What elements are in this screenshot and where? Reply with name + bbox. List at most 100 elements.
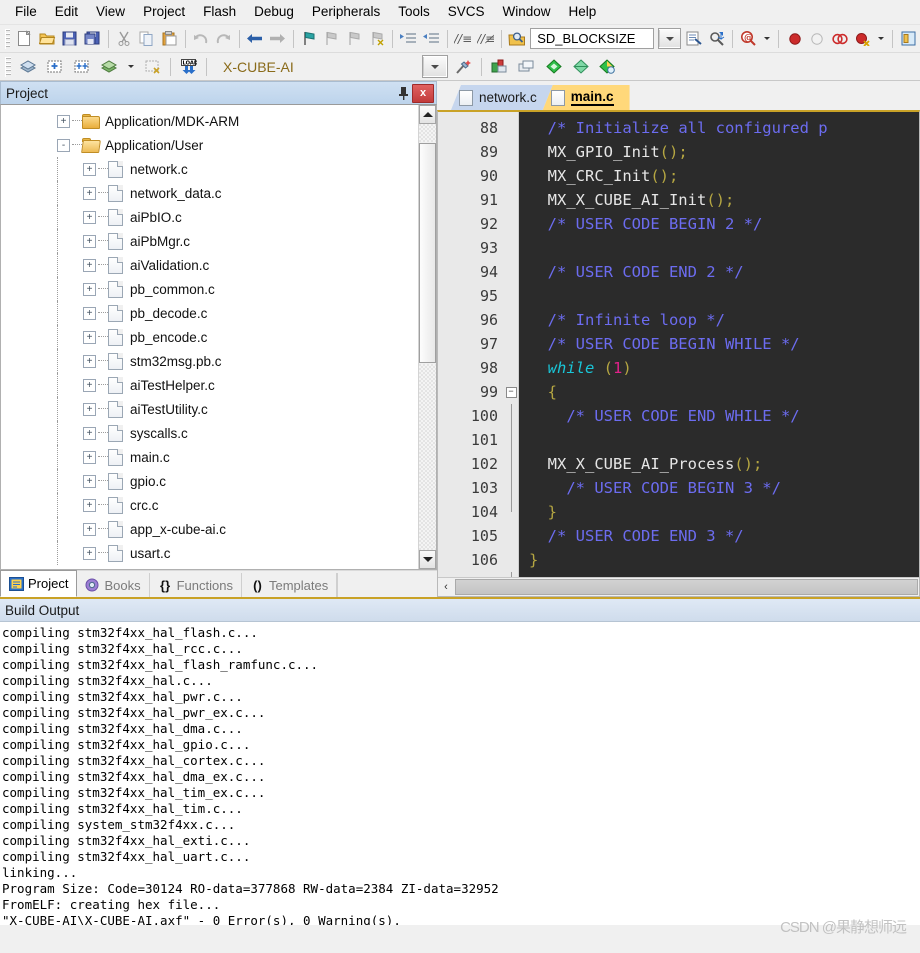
menu-item-debug[interactable]: Debug	[245, 1, 303, 23]
undo-icon[interactable]	[190, 27, 211, 51]
hscroll-thumb[interactable]	[455, 579, 918, 595]
tree-item[interactable]: +pb_common.c	[1, 277, 418, 301]
redo-icon[interactable]	[213, 27, 234, 51]
manage-rte-icon[interactable]	[487, 55, 512, 79]
code-line[interactable]: }	[519, 548, 919, 572]
tree-expander[interactable]: +	[83, 163, 96, 176]
tree-item[interactable]: +crc.c	[1, 493, 418, 517]
project-tree-scrollbar[interactable]	[418, 105, 436, 569]
tree-item[interactable]: +gpio.c	[1, 469, 418, 493]
target-combo-dropdown[interactable]	[422, 55, 448, 78]
navigate-back-icon[interactable]	[245, 27, 266, 51]
breakpoint-dropdown-icon[interactable]	[875, 27, 888, 51]
code-line[interactable]: MX_GPIO_Init();	[519, 140, 919, 164]
tree-expander[interactable]: +	[83, 259, 96, 272]
tree-item[interactable]: +app_x-cube-ai.c	[1, 517, 418, 541]
bookmark-prev-icon[interactable]	[321, 27, 342, 51]
rebuild-icon[interactable]	[42, 55, 67, 79]
tree-item[interactable]: +aiTestUtility.c	[1, 397, 418, 421]
uncomment-icon[interactable]: //≢	[475, 27, 496, 51]
scroll-left-button[interactable]: ‹	[438, 579, 454, 595]
code-line[interactable]: }	[519, 500, 919, 524]
target-combo-value[interactable]: X-CUBE-AI	[213, 59, 300, 75]
code-text[interactable]: /* Initialize all configured p MX_GPIO_I…	[519, 112, 919, 577]
tree-expander[interactable]: +	[83, 283, 96, 296]
new-file-icon[interactable]	[14, 27, 35, 51]
tab-functions[interactable]: {} Functions	[150, 573, 242, 597]
close-panel-button[interactable]: x	[412, 84, 434, 103]
tree-expander[interactable]: +	[83, 355, 96, 368]
manage-components-icon[interactable]	[595, 55, 620, 79]
menu-item-peripherals[interactable]: Peripherals	[303, 1, 389, 23]
bookmark-search-dropdown-icon[interactable]	[761, 27, 774, 51]
tab-books[interactable]: Books	[77, 573, 149, 597]
project-window-icon[interactable]	[898, 27, 919, 51]
tree-item[interactable]: +usart.c	[1, 541, 418, 565]
editor-tab-main-c[interactable]: main.c	[543, 85, 630, 110]
insert-breakpoint-icon[interactable]	[784, 27, 805, 51]
tree-item[interactable]: +syscalls.c	[1, 421, 418, 445]
editor-tabs[interactable]: network.cmain.c	[437, 81, 920, 110]
toolbar2-grip[interactable]	[5, 57, 11, 77]
menu-item-edit[interactable]: Edit	[46, 1, 87, 23]
code-folding-column[interactable]: −	[504, 112, 519, 577]
toolbar-grip[interactable]	[5, 29, 10, 49]
tree-expander[interactable]: -	[57, 139, 70, 152]
tree-expander[interactable]: +	[57, 115, 70, 128]
tree-item[interactable]: +Application/MDK-ARM	[1, 109, 418, 133]
code-line[interactable]: MX_X_CUBE_AI_Init();	[519, 188, 919, 212]
tree-item[interactable]: +pb_decode.c	[1, 301, 418, 325]
code-line[interactable]: /* Initialize all configured p	[519, 116, 919, 140]
tree-expander[interactable]: +	[83, 403, 96, 416]
menu-item-file[interactable]: File	[6, 1, 46, 23]
tree-item[interactable]: +aiTestHelper.c	[1, 373, 418, 397]
bookmark-clear-icon[interactable]	[367, 27, 388, 51]
code-line[interactable]: while (1)	[519, 356, 919, 380]
tree-item[interactable]: +aiValidation.c	[1, 253, 418, 277]
tree-item[interactable]: +stm32msg.pb.c	[1, 349, 418, 373]
tree-item[interactable]: +network.c	[1, 157, 418, 181]
tab-project[interactable]: Project	[0, 570, 77, 597]
disable-all-breakpoints-icon[interactable]	[852, 27, 873, 51]
bookmark-toggle-icon[interactable]	[299, 27, 320, 51]
tree-expander[interactable]: +	[83, 523, 96, 536]
code-line[interactable]: /* USER CODE BEGIN 2 */	[519, 212, 919, 236]
cut-icon[interactable]	[114, 27, 135, 51]
bookmark-next-icon[interactable]	[344, 27, 365, 51]
tree-expander[interactable]: +	[83, 451, 96, 464]
download-icon[interactable]: LOAD	[176, 55, 201, 79]
configure-icon[interactable]	[568, 55, 593, 79]
navigate-forward-icon[interactable]	[267, 27, 288, 51]
build-dropdown-icon[interactable]	[123, 55, 138, 79]
menu-item-help[interactable]: Help	[560, 1, 606, 23]
save-icon[interactable]	[59, 27, 80, 51]
project-tree[interactable]: +Application/MDK-ARM-Application/User+ne…	[1, 105, 418, 569]
code-line[interactable]	[519, 236, 919, 260]
target-options-icon[interactable]	[451, 55, 476, 79]
scroll-track-bottom[interactable]	[419, 364, 436, 550]
find-combo[interactable]: SD_BLOCKSIZE	[530, 28, 654, 49]
indent-icon[interactable]	[398, 27, 419, 51]
target-combo[interactable]: X-CUBE-AI	[213, 56, 418, 77]
scroll-track-top[interactable]	[419, 124, 436, 142]
save-all-icon[interactable]	[82, 27, 103, 51]
kill-all-breakpoints-icon[interactable]	[830, 27, 851, 51]
chevron-down-icon[interactable]	[423, 57, 446, 76]
menu-item-window[interactable]: Window	[493, 1, 559, 23]
tree-item[interactable]: +network_data.c	[1, 181, 418, 205]
code-line[interactable]: /* USER CODE END 2 */	[519, 260, 919, 284]
tree-item[interactable]: +aiPbMgr.c	[1, 229, 418, 253]
tree-expander[interactable]: +	[83, 331, 96, 344]
incremental-find-icon[interactable]	[684, 27, 705, 51]
translate-file-icon[interactable]	[96, 55, 121, 79]
bookmark-search-icon[interactable]: @	[738, 27, 759, 51]
menu-item-project[interactable]: Project	[134, 1, 194, 23]
tree-expander[interactable]: +	[83, 307, 96, 320]
scroll-thumb[interactable]	[419, 143, 436, 363]
code-line[interactable]: /* USER CODE BEGIN WHILE */	[519, 332, 919, 356]
tree-item[interactable]: +main.c	[1, 445, 418, 469]
find-input-value[interactable]: SD_BLOCKSIZE	[531, 31, 641, 46]
menu-item-view[interactable]: View	[87, 1, 134, 23]
tree-item[interactable]: +aiPbIO.c	[1, 205, 418, 229]
tree-expander[interactable]: +	[83, 235, 96, 248]
